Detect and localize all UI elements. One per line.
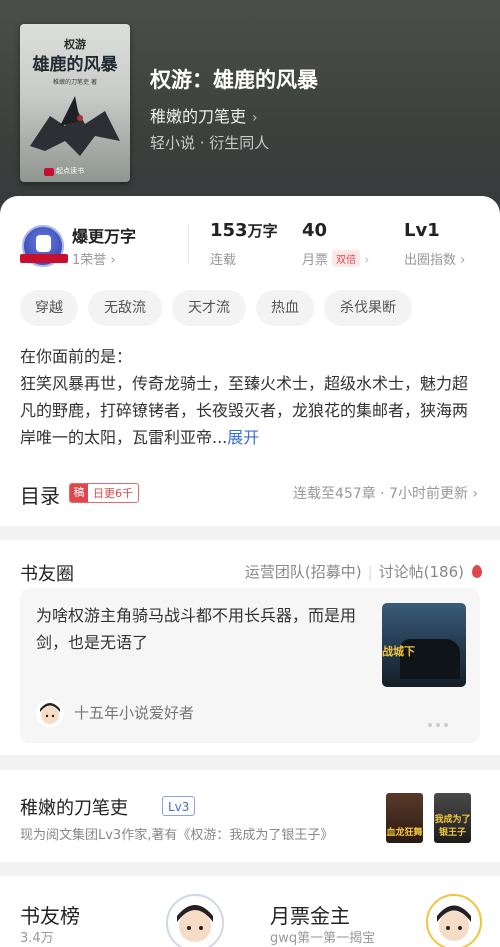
fan-rank-count: 3.4万 [20,931,54,946]
honor-title[interactable]: 爆更万字 [72,223,136,247]
word-count-label: 连载 [210,253,237,268]
ticket-patron-name: gwq第一第一揭宝 [270,931,376,946]
circle-links: 运营团队(招募中) | 讨论帖(186) [245,561,482,582]
toc-title[interactable]: 目录 [20,480,60,509]
double-badge: 双倍 [332,250,361,267]
dragon-illustration [30,96,120,156]
avatar[interactable] [426,894,482,947]
book-cover[interactable]: 权游 雄鹿的风暴 稚嫩的刀笔吏 著 起点读书 [20,24,130,182]
author-name: 稚嫩的刀笔吏 [150,107,247,126]
publisher-logo [44,168,54,176]
tag-chip[interactable]: 穿越 [20,290,78,326]
ops-team-link[interactable]: 运营团队(招募中) [245,563,362,581]
breakout-level[interactable]: Lv1 [404,220,440,241]
post-image-caption: 战城下 [382,645,415,658]
monthly-ticket-label[interactable]: 月票 双倍 › [302,249,369,268]
post-username[interactable]: 十五年小说爱好者 [74,702,194,723]
honor-count[interactable]: 1荣誉 › [72,249,116,268]
author-link[interactable]: 稚嫩的刀笔吏 › [150,103,258,127]
cover-author: 稚嫩的刀笔吏 著 [53,79,97,86]
author-description: 现为阅文集团Lv3作家,著有《权游：我成为了银王子》 [20,828,334,843]
tag-chip[interactable]: 热血 [256,290,314,326]
divider [188,224,189,264]
badge-text: 日更6千 [93,487,133,500]
daily-update-badge: 稿 日更6千 [69,483,139,503]
toc-update-info[interactable]: 连载至457章 · 7小时前更新 › [293,483,478,503]
chevron-right-icon: › [252,110,258,126]
expand-link[interactable]: 展开 [227,428,259,447]
author-book-cover[interactable]: 我成为了银王子 [434,793,471,843]
tag-chip[interactable]: 无敌流 [88,290,162,326]
post-text[interactable]: 为啥权游主角骑马战斗都不用长兵器，而是用剑，也是无语了 [36,602,366,656]
author-section-name[interactable]: 稚嫩的刀笔吏 [20,794,128,820]
author-level-badge: Lv3 [162,796,196,816]
post-image[interactable]: 战城下 [382,603,466,687]
discussion-link[interactable]: 讨论帖(186) [379,563,464,581]
book-description[interactable]: 在你面前的是： 狂笑风暴再世，传奇龙骑士，至臻火术士，超级水术士，魅力超凡的野鹿… [20,343,480,451]
word-count: 153万字 [210,220,278,241]
avatar[interactable] [166,894,224,947]
cover-title: 雄鹿的风暴 [32,55,118,75]
fan-rank-title[interactable]: 书友榜 [20,900,80,929]
breakout-label[interactable]: 出圈指数 › [404,249,465,268]
honor-badge-icon[interactable] [20,225,68,267]
avatar[interactable] [36,699,64,727]
cover-publisher: 起点读书 [56,167,84,175]
author-book-cover[interactable]: 血龙狂舞 [386,793,423,843]
pager-dots [428,712,452,731]
book-title: 权游：雄鹿的风暴 [150,68,318,92]
badge-mark: 稿 [70,484,88,502]
tag-chip[interactable]: 天才流 [172,290,246,326]
book-category[interactable]: 轻小说 · 衍生同人 [150,132,269,153]
circle-title[interactable]: 书友圈 [20,560,74,586]
fire-icon [472,565,482,578]
tag-chip[interactable]: 杀伐果断 [324,290,412,326]
ticket-patron-title[interactable]: 月票金主 [270,900,350,929]
monthly-ticket-count[interactable]: 40 [302,220,327,241]
